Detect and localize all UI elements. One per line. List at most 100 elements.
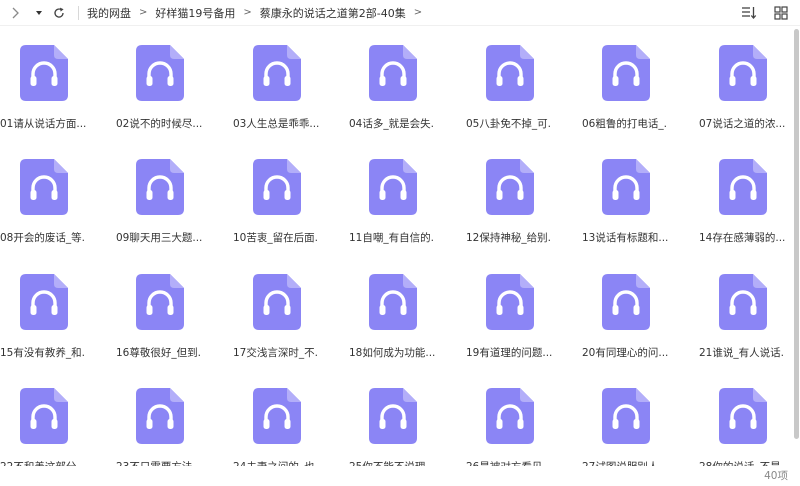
- audio-file-icon: [369, 274, 417, 330]
- file-name: 12保持神秘_给别...: [466, 232, 552, 244]
- file-name: 11自嘲_有自信的...: [349, 232, 435, 244]
- file-name: 05八卦免不掉_可...: [466, 118, 552, 130]
- file-item[interactable]: 04话多_就是会失...: [349, 40, 459, 150]
- audio-file-icon: [20, 159, 68, 215]
- audio-file-icon: [20, 388, 68, 444]
- refresh-icon: [54, 7, 64, 18]
- breadcrumb-separator[interactable]: >: [408, 7, 428, 18]
- audio-file-icon: [602, 45, 650, 101]
- file-item[interactable]: 25你不能不说理...: [349, 383, 459, 466]
- sort-icon: [742, 7, 757, 19]
- file-item[interactable]: 24夫妻之间的_也...: [233, 383, 343, 466]
- file-name: 23不只需要方法...: [116, 459, 202, 466]
- file-item[interactable]: 28你的说话_不是...: [699, 383, 790, 466]
- file-name: 24夫妻之间的_也...: [233, 459, 319, 466]
- file-name: 02说不的时候尽...: [116, 118, 202, 130]
- file-name: 04话多_就是会失...: [349, 118, 435, 130]
- file-item[interactable]: 11自嘲_有自信的...: [349, 154, 459, 264]
- file-name: 14存在感薄弱的...: [699, 232, 785, 244]
- file-name: 16尊敬很好_但到...: [116, 347, 202, 359]
- audio-file-icon: [719, 45, 767, 101]
- file-item[interactable]: 12保持神秘_给别...: [466, 154, 576, 264]
- audio-file-icon: [20, 45, 68, 101]
- breadcrumb: 我的网盘 > 好样猫19号备用 > 蔡康永的说话之道第2部-40集 >: [85, 5, 428, 21]
- view-mode-button[interactable]: [772, 4, 790, 22]
- file-name: 13说话有标题和...: [582, 232, 668, 244]
- file-item[interactable]: 07说话之道的浓...: [699, 40, 790, 150]
- audio-file-icon: [719, 159, 767, 215]
- file-item[interactable]: 09聊天用三大题...: [116, 154, 226, 264]
- audio-file-icon: [369, 159, 417, 215]
- file-item[interactable]: 22不和善这部分...: [0, 383, 110, 466]
- audio-file-icon: [719, 388, 767, 444]
- file-item[interactable]: 14存在感薄弱的...: [699, 154, 790, 264]
- audio-file-icon: [253, 388, 301, 444]
- file-name: 25你不能不说理...: [349, 459, 435, 466]
- file-name: 28你的说话_不是...: [699, 459, 785, 466]
- sort-button[interactable]: [740, 4, 758, 22]
- vertical-scrollbar[interactable]: [793, 27, 800, 465]
- file-item[interactable]: 03人生总是乖乖...: [233, 40, 343, 150]
- breadcrumb-item-current[interactable]: 蔡康永的说话之道第2部-40集: [258, 5, 408, 21]
- file-item[interactable]: 08开会的废话_等...: [0, 154, 110, 264]
- caret-down-icon: [36, 10, 42, 15]
- refresh-button[interactable]: [50, 2, 68, 24]
- file-item[interactable]: 20有同理心的问...: [582, 269, 692, 379]
- toolbar-divider: [78, 5, 79, 20]
- file-name: 19有道理的问题...: [466, 347, 552, 359]
- file-name: 17交浅言深时_不...: [233, 347, 319, 359]
- file-item[interactable]: 01请从说话方面...: [0, 40, 110, 150]
- breadcrumb-item-folder[interactable]: 好样猫19号备用: [153, 5, 237, 21]
- breadcrumb-separator: >: [139, 7, 148, 18]
- audio-file-icon: [136, 274, 184, 330]
- file-item[interactable]: 21谁说_有人说话...: [699, 269, 790, 379]
- breadcrumb-item-root[interactable]: 我的网盘: [85, 5, 133, 21]
- file-item[interactable]: 27试图说服别人...: [582, 383, 692, 466]
- grid-view-icon: [774, 6, 788, 20]
- file-item[interactable]: 06粗鲁的打电话_...: [582, 40, 692, 150]
- file-name: 27试图说服别人...: [582, 459, 668, 466]
- audio-file-icon: [486, 274, 534, 330]
- file-name: 18如何成为功能...: [349, 347, 435, 359]
- audio-file-icon: [602, 159, 650, 215]
- file-item[interactable]: 23不只需要方法...: [116, 383, 226, 466]
- file-name: 26是被对方看见...: [466, 459, 552, 466]
- audio-file-icon: [253, 274, 301, 330]
- file-name: 15有没有教养_和...: [0, 347, 86, 359]
- file-item[interactable]: 26是被对方看见...: [466, 383, 576, 466]
- file-name: 06粗鲁的打电话_...: [582, 118, 668, 130]
- file-name: 03人生总是乖乖...: [233, 118, 319, 130]
- audio-file-icon: [369, 45, 417, 101]
- file-item[interactable]: 02说不的时候尽...: [116, 40, 226, 150]
- file-name: 21谁说_有人说话...: [699, 347, 785, 359]
- audio-file-icon: [486, 388, 534, 444]
- file-item[interactable]: 10苦衷_留在后面...: [233, 154, 343, 264]
- history-dropdown-button[interactable]: [30, 2, 48, 24]
- scrollbar-thumb[interactable]: [794, 29, 799, 439]
- audio-file-icon: [369, 388, 417, 444]
- audio-file-icon: [602, 388, 650, 444]
- toolbar-right: [740, 4, 790, 22]
- audio-file-icon: [602, 274, 650, 330]
- audio-file-icon: [253, 159, 301, 215]
- file-item[interactable]: 13说话有标题和...: [582, 154, 692, 264]
- file-name: 20有同理心的问...: [582, 347, 668, 359]
- file-name: 22不和善这部分...: [0, 459, 86, 466]
- file-name: 08开会的废话_等...: [0, 232, 86, 244]
- file-item[interactable]: 16尊敬很好_但到...: [116, 269, 226, 379]
- breadcrumb-separator: >: [243, 7, 252, 18]
- audio-file-icon: [136, 45, 184, 101]
- file-item[interactable]: 19有道理的问题...: [466, 269, 576, 379]
- file-item[interactable]: 17交浅言深时_不...: [233, 269, 343, 379]
- toolbar: 我的网盘 > 好样猫19号备用 > 蔡康永的说话之道第2部-40集 >: [0, 0, 800, 26]
- status-bar: 40项: [0, 466, 800, 486]
- file-name: 09聊天用三大题...: [116, 232, 202, 244]
- audio-file-icon: [20, 274, 68, 330]
- file-item[interactable]: 05八卦免不掉_可...: [466, 40, 576, 150]
- file-item[interactable]: 18如何成为功能...: [349, 269, 459, 379]
- file-name: 07说话之道的浓...: [699, 118, 785, 130]
- item-count: 40项: [764, 470, 788, 482]
- file-item[interactable]: 15有没有教养_和...: [0, 269, 110, 379]
- file-manager-window: 我的网盘 > 好样猫19号备用 > 蔡康永的说话之道第2部-40集 > 01请从…: [0, 0, 800, 486]
- forward-button[interactable]: [6, 2, 24, 24]
